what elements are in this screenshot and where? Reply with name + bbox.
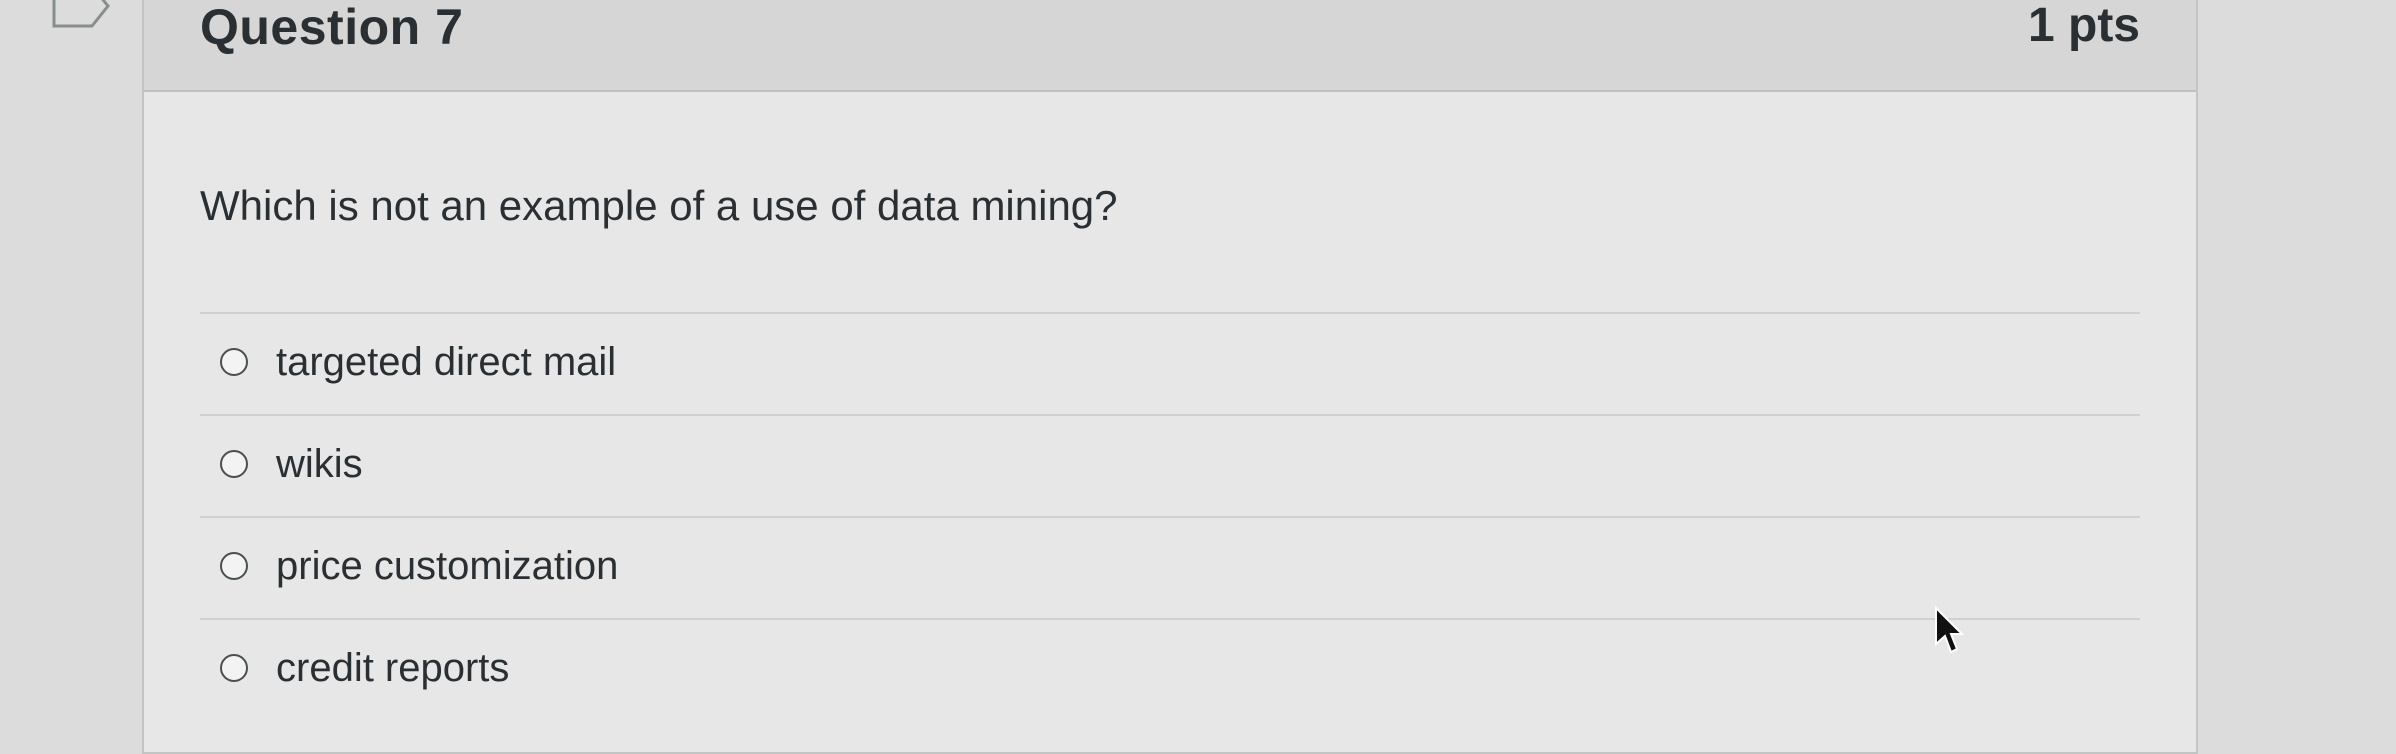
question-title: Question 7 — [200, 0, 464, 55]
answer-label[interactable]: price customization — [276, 544, 618, 589]
answer-option[interactable]: price customization — [200, 516, 2140, 618]
answer-option[interactable]: credit reports — [200, 618, 2140, 720]
mouse-pointer-icon — [1935, 606, 1964, 654]
question-text: Which is not an example of a use of data… — [200, 182, 1118, 229]
radio-button[interactable] — [220, 348, 248, 376]
answer-label[interactable]: targeted direct mail — [276, 340, 616, 385]
answer-label[interactable]: wikis — [276, 442, 363, 487]
answer-option[interactable]: wikis — [200, 414, 2140, 516]
question-header: Question 7 1 pts — [144, 0, 2196, 92]
answer-list: targeted direct mail wikis price customi… — [200, 312, 2140, 720]
question-points: 1 pts — [2027, 0, 2140, 52]
bookmark-flag-icon[interactable] — [52, 0, 112, 32]
answer-option[interactable]: targeted direct mail — [200, 312, 2140, 414]
answer-label[interactable]: credit reports — [276, 646, 509, 691]
question-card: Question 7 1 pts Which is not an example… — [142, 0, 2198, 754]
radio-button[interactable] — [220, 552, 248, 580]
radio-button[interactable] — [220, 654, 248, 682]
radio-button[interactable] — [220, 450, 248, 478]
